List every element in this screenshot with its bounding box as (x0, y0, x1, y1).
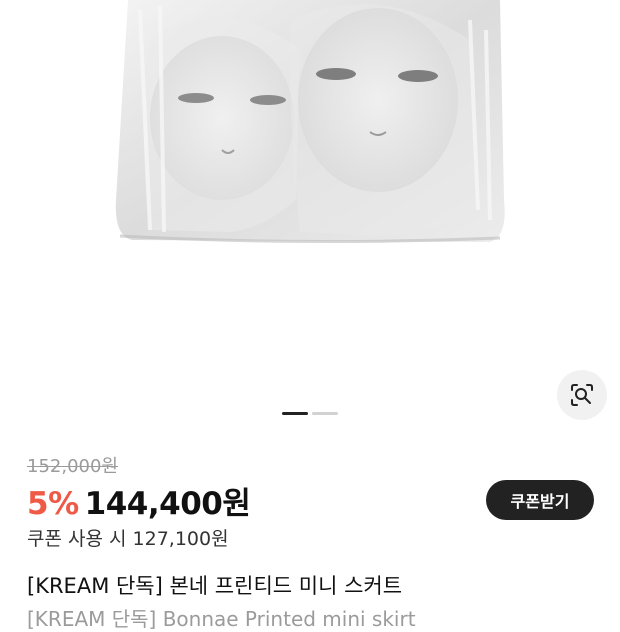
product-info: 152,000원 5% 144,400원 쿠폰받기 쿠폰 사용 시 127,10… (0, 440, 620, 631)
gallery-pagination (282, 412, 338, 416)
coupon-price: 쿠폰 사용 시 127,100원 (27, 528, 229, 550)
product-image-gallery[interactable] (0, 0, 620, 440)
lens-search-button[interactable] (557, 370, 607, 420)
product-image (115, 0, 505, 244)
sale-price: 144,400원 (84, 486, 251, 522)
product-title-english: [KREAM 단독] Bonnae Printed mini skirt (27, 607, 416, 631)
get-coupon-button[interactable]: 쿠폰받기 (486, 480, 594, 520)
discount-rate: 5% (27, 486, 79, 522)
product-title-korean: [KREAM 단독] 본네 프린티드 미니 스커트 (27, 574, 403, 598)
lens-search-icon (571, 384, 593, 406)
pagination-dot-active[interactable] (282, 412, 308, 415)
pagination-dot[interactable] (312, 412, 338, 415)
price-row: 5% 144,400원 (27, 478, 251, 523)
original-price: 152,000원 (27, 456, 118, 477)
